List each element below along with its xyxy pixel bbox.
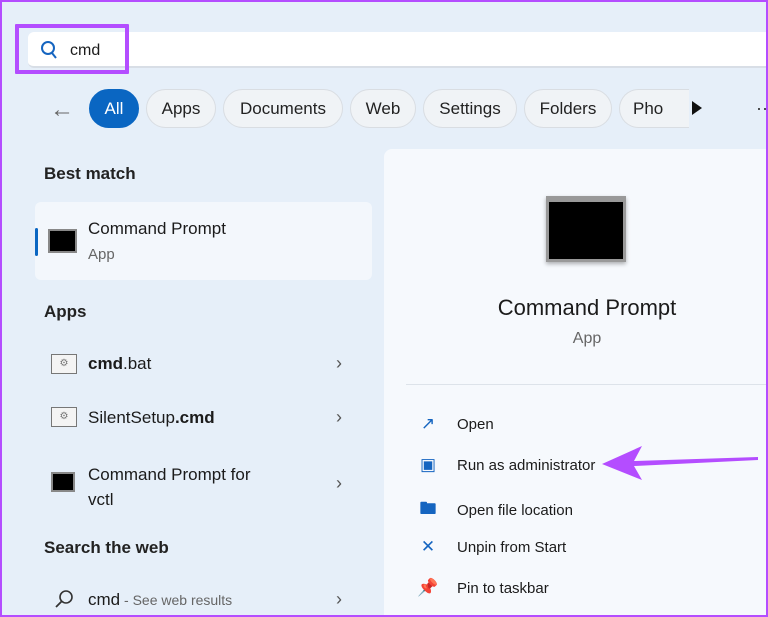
filter-all[interactable]: All [89,89,139,128]
filter-web[interactable]: Web [350,89,416,128]
section-best-match: Best match [44,164,136,183]
chevron-right-icon[interactable]: › [336,353,342,374]
app-result-cmd-vctl[interactable]: Command Prompt for vctl [88,462,251,512]
action-label: Pin to taskbar [457,579,549,597]
filter-folders[interactable]: Folders [524,89,612,128]
filter-photos[interactable]: Pho [619,89,689,128]
shield-window-icon: ▣ [419,455,437,474]
scroll-right-icon[interactable] [692,101,702,115]
action-run-as-administrator[interactable]: ▣ Run as administrator [417,455,595,475]
start-search-window: cmd ← All Apps Documents Web Settings Fo… [0,0,768,617]
annotation-arrow [602,446,758,480]
rest-text: .bat [122,354,152,373]
batch-file-icon: ⚙ [51,354,77,374]
detail-title: Command Prompt [497,295,677,320]
filter-settings[interactable]: Settings [423,89,517,128]
command-prompt-icon [51,472,75,492]
divider [406,384,766,385]
best-match-type: App [88,246,115,263]
folder-icon: 🖿 [419,499,437,518]
web-query: cmd [88,590,121,609]
selection-indicator [35,228,38,256]
match-text: .cmd [174,408,215,427]
chevron-right-icon[interactable]: › [336,407,342,428]
action-open-file-location[interactable]: 🖿 Open file location [417,496,573,525]
batch-file-icon: ⚙ [51,407,77,427]
detail-type: App [572,330,602,347]
web-suffix: - See web results [120,592,233,608]
action-pin-to-taskbar[interactable]: 📌 Pin to taskbar [417,578,549,598]
pin-icon: 📌 [417,578,439,597]
app-result-silentsetup[interactable]: SilentSetup.cmd [88,408,215,428]
back-arrow-icon[interactable]: ← [50,96,74,124]
app-result-cmd-bat[interactable]: cmd.bat [88,354,151,374]
web-result[interactable]: cmd - See web results [88,590,232,610]
action-label: Open file location [457,502,573,519]
best-match-item[interactable] [35,202,372,280]
match-text: cmd [88,354,123,373]
command-prompt-large-icon [546,196,626,262]
command-prompt-icon [48,229,77,253]
action-label: Run as administrator [457,456,596,474]
open-external-icon: ↗ [420,414,436,433]
action-open[interactable]: ↗ Open [417,414,494,434]
best-match-title: Command Prompt [88,219,226,238]
filter-apps[interactable]: Apps [146,89,216,128]
filter-documents[interactable]: Documents [223,89,343,128]
search-box[interactable] [28,32,766,68]
section-search-web: Search the web [44,538,169,557]
action-label: Unpin from Start [457,538,567,556]
line2: vctl [88,490,114,509]
search-input[interactable]: cmd [70,42,100,60]
rest-text: SilentSetup [88,408,175,427]
search-icon [41,41,57,59]
section-apps: Apps [44,302,87,321]
unpin-icon: ✕ [420,537,436,556]
action-label: Open [457,415,494,433]
chevron-right-icon[interactable]: › [336,473,342,494]
action-unpin-from-start[interactable]: ✕ Unpin from Start [417,537,566,557]
chevron-right-icon[interactable]: › [336,589,342,610]
more-options-icon[interactable]: ·· [756,98,766,119]
web-search-icon [55,590,73,608]
line1: Command Prompt for [88,465,251,484]
